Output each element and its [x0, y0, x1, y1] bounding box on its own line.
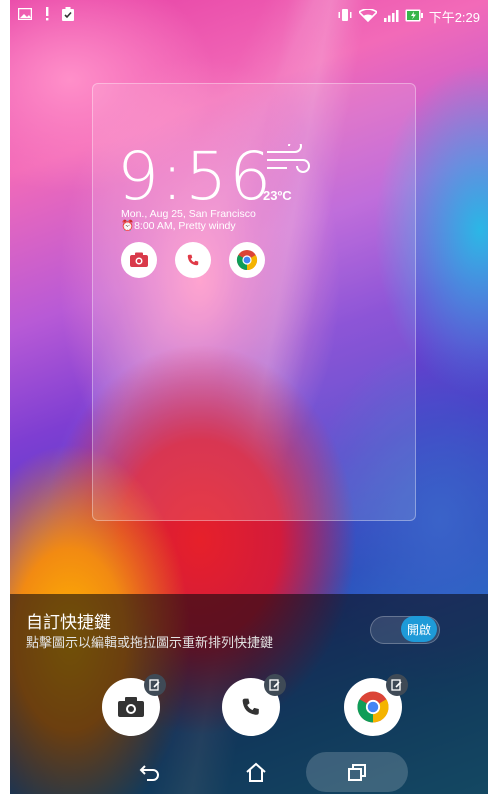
clock-widget-preview[interactable]: 9:56 23ºC Mon., Aug 25, San Francisco ⏰8… — [92, 83, 416, 521]
edit-icon[interactable] — [264, 674, 286, 696]
status-right: 下午2:29 — [337, 7, 480, 26]
camera-icon — [130, 252, 148, 267]
widget-date-info: Mon., Aug 25, San Francisco ⏰8:00 AM, Pr… — [121, 208, 256, 232]
battery-charging-icon — [405, 9, 423, 25]
widget-camera-shortcut[interactable] — [121, 242, 157, 278]
wifi-icon — [357, 7, 378, 25]
phone-shortcut-button[interactable] — [222, 674, 286, 736]
phone-icon — [187, 254, 199, 266]
shortcut-row — [10, 674, 488, 748]
widget-phone-shortcut[interactable] — [175, 242, 211, 278]
back-button[interactable] — [120, 756, 180, 788]
phone-icon — [242, 698, 259, 715]
windy-icon — [265, 139, 315, 184]
chrome-icon — [357, 691, 389, 723]
widget-temperature: 23ºC — [263, 188, 292, 203]
recent-apps-icon — [348, 764, 366, 781]
edit-icon[interactable] — [144, 674, 166, 696]
image-notification-icon — [17, 7, 33, 23]
camera-icon — [118, 697, 144, 717]
home-button[interactable] — [226, 756, 286, 788]
custom-shortcuts-panel: 自訂快捷鍵 點擊圖示以編輯或拖拉圖示重新排列快捷鍵 開啟 — [10, 594, 488, 794]
navigation-bar — [10, 748, 488, 794]
toggle-on-label: 開啟 — [401, 616, 437, 642]
vibrate-icon — [337, 9, 353, 24]
screen: 下午2:29 9:56 23ºC Mon., Aug 25, San Franc… — [10, 0, 488, 794]
panel-subtitle: 點擊圖示以編輯或拖拉圖示重新排列快捷鍵 — [26, 635, 274, 650]
alarm-clock-icon: ⏰ — [121, 220, 135, 232]
recent-apps-button[interactable] — [327, 756, 387, 788]
status-left — [17, 7, 74, 24]
clipboard-check-icon — [62, 7, 74, 24]
status-time: 下午2:29 — [428, 10, 480, 25]
signal-icon — [383, 9, 399, 25]
widget-date-line: Mon., Aug 25, San Francisco — [121, 208, 256, 220]
shortcuts-toggle[interactable]: 開啟 — [370, 616, 440, 644]
widget-alarm-line: ⏰8:00 AM, Pretty windy — [121, 220, 236, 232]
chrome-shortcut-button[interactable] — [344, 674, 408, 736]
back-icon — [139, 765, 159, 781]
chrome-icon — [236, 250, 258, 271]
panel-title: 自訂快捷鍵 — [26, 613, 111, 632]
camera-shortcut-button[interactable] — [102, 674, 166, 736]
edit-icon[interactable] — [386, 674, 408, 696]
widget-chrome-shortcut[interactable] — [229, 242, 265, 278]
status-bar: 下午2:29 — [10, 0, 488, 30]
widget-clock-time: 9:56 — [117, 138, 274, 215]
alert-icon — [44, 7, 50, 24]
home-icon — [246, 762, 266, 782]
widget-app-shortcuts — [121, 242, 265, 278]
